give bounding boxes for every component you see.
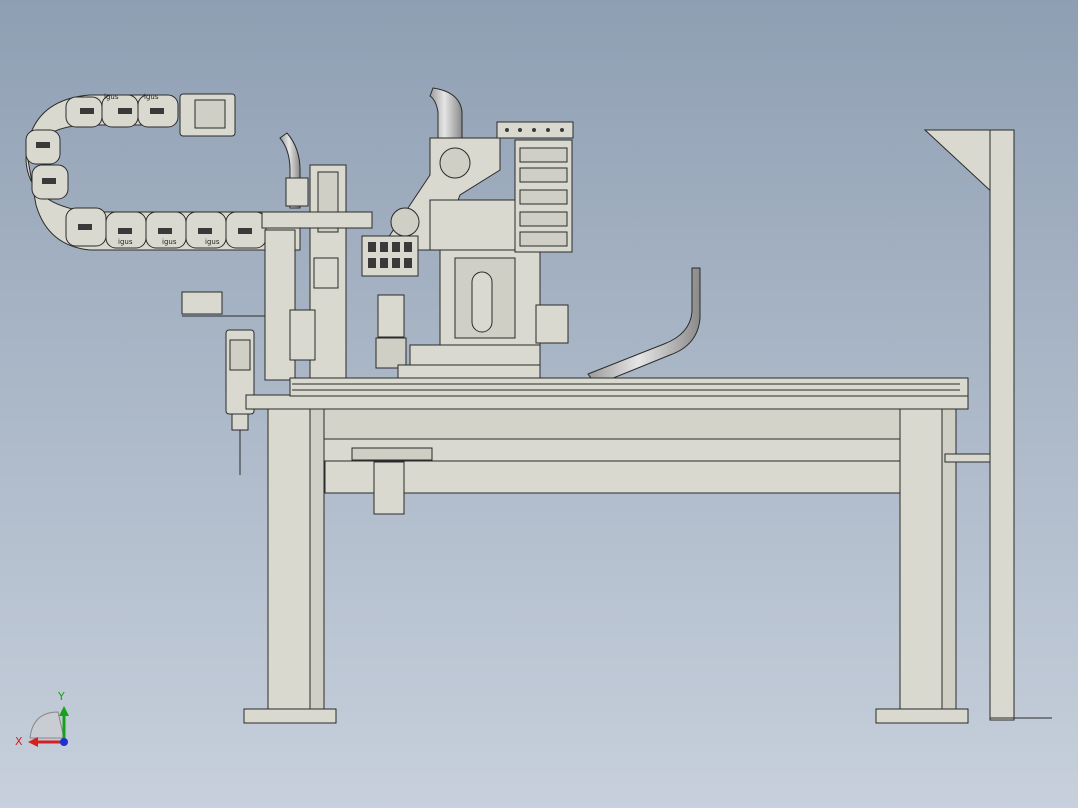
chain-label: igus [162,238,177,246]
cad-viewport[interactable]: igus igus igus igus igus Y X [0,0,1078,808]
machine-assembly-model[interactable]: igus igus igus igus igus Y X [0,0,1078,808]
exhaust-tube-center [429,87,463,139]
chain-label: igus [205,238,220,246]
coordinate-triad: Y X [15,690,69,748]
left-vertical-mechanism [181,164,373,381]
cable-drag-chain [25,93,301,251]
worktable-frame [243,377,991,724]
z-axis-dot [60,738,68,746]
chain-label: igus [144,93,159,101]
exhaust-tube-right [587,267,701,386]
chain-label: igus [118,238,133,246]
x-axis-label: X [15,735,23,748]
tube-collar-left [285,177,309,207]
chain-label: igus [104,93,119,101]
y-axis-label: Y [57,690,65,703]
main-head-assembly [361,137,573,384]
